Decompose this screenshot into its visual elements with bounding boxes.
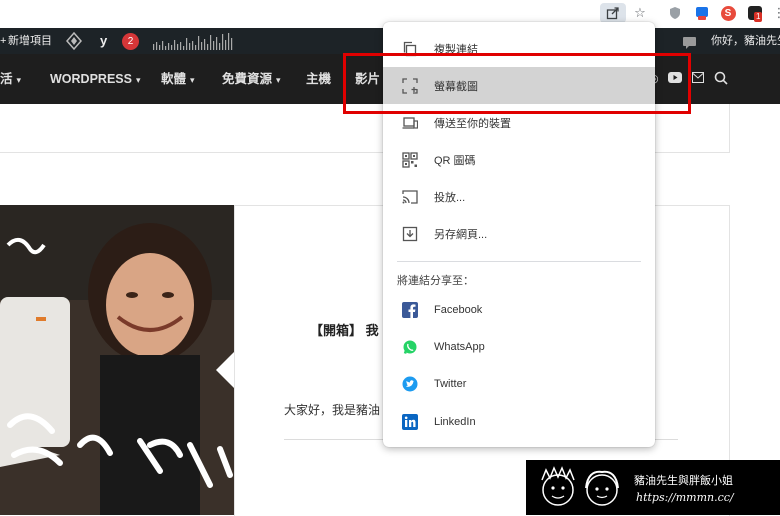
menu-item-label: Facebook <box>434 303 483 316</box>
linkedin-icon <box>401 413 419 431</box>
new-item-link[interactable]: 新增項目 <box>8 28 52 54</box>
plus-icon[interactable]: + <box>0 28 6 54</box>
menu-item-label: WhatsApp <box>434 340 485 353</box>
post-thumbnail[interactable] <box>0 205 234 515</box>
menu-item-label: LinkedIn <box>434 415 476 428</box>
yoast-badge: 2 <box>122 33 139 50</box>
devices-icon <box>401 114 419 132</box>
nav-item-free-resources[interactable]: 免費資源 ▾ <box>222 54 281 104</box>
menu-item-label: QR 圖碼 <box>434 154 476 167</box>
share-section-title: 將連結分享至： <box>397 275 474 287</box>
mail-icon[interactable] <box>692 72 704 86</box>
search-icon[interactable] <box>714 71 728 87</box>
post-title[interactable]: 【開箱】 我 <box>310 320 379 339</box>
nav-label: 活 <box>0 72 13 86</box>
chevron-down-icon: ▾ <box>276 75 281 85</box>
shield-extension-icon[interactable] <box>664 3 686 23</box>
chevron-down-icon: ▾ <box>16 75 22 85</box>
share-target-linkedin[interactable]: LinkedIn <box>383 403 655 440</box>
yoast-icon[interactable]: y <box>100 28 107 54</box>
share-target-facebook[interactable]: Facebook <box>383 291 655 328</box>
nav-label: WORDPRESS <box>50 72 132 86</box>
chevron-down-icon: ▾ <box>190 75 195 85</box>
star-icon[interactable]: ☆ <box>629 3 651 23</box>
watermark-logo: 豬油先生與胖飯小姐 https://mmmn.cc/ <box>526 460 780 515</box>
menu-item-label: 另存網頁... <box>434 228 488 241</box>
card-arrow <box>216 352 234 388</box>
whatsapp-icon <box>401 338 419 356</box>
nav-item-life[interactable]: 活 ▾ <box>0 54 21 104</box>
save-page-icon <box>401 225 419 243</box>
menu-item-label: 投放... <box>434 191 466 204</box>
translate-extension-icon[interactable] <box>691 3 713 23</box>
facebook-icon <box>401 301 419 319</box>
cast-icon <box>401 188 419 206</box>
menu-item-cast[interactable]: 投放... <box>383 178 655 215</box>
notification-badge: 1 <box>754 12 763 22</box>
post-excerpt: 大家好，我是豬油 <box>284 403 381 417</box>
menu-item-label: 傳送至你的裝置 <box>434 117 511 130</box>
notification-extension-icon[interactable]: 1 <box>744 3 766 23</box>
stats-sparkline-icon[interactable] <box>153 32 235 50</box>
nav-item-wordpress[interactable]: WORDPRESS ▾ <box>50 54 140 104</box>
nav-label: 軟體 <box>161 72 187 86</box>
menu-item-label: Twitter <box>434 377 467 390</box>
menu-item-qr-code[interactable]: QR 圖碼 <box>383 141 655 178</box>
nav-item-software[interactable]: 軟體 ▾ <box>161 54 195 104</box>
share-target-twitter[interactable]: Twitter <box>383 365 655 402</box>
menu-divider <box>397 261 641 262</box>
watermark-text: 豬油先生與胖飯小姐 <box>634 474 733 487</box>
share-target-whatsapp[interactable]: WhatsApp <box>383 328 655 365</box>
comment-icon[interactable] <box>682 34 697 49</box>
nav-label: 免費資源 <box>222 72 273 86</box>
qr-code-icon <box>401 151 419 169</box>
twitter-icon <box>401 375 419 393</box>
s-extension-icon[interactable]: S <box>717 3 739 23</box>
greeting-link[interactable]: 你好，豬油先生 <box>711 28 780 54</box>
watermark-url: https://mmmn.cc/ <box>636 491 734 504</box>
diamond-icon[interactable] <box>66 31 82 51</box>
puzzle-icon[interactable]: ⋮ <box>768 3 780 23</box>
highlight-annotation-box <box>343 53 691 114</box>
nav-label: 主機 <box>306 72 332 86</box>
share-icon[interactable] <box>600 3 626 23</box>
menu-item-save-page[interactable]: 另存網頁... <box>383 215 655 252</box>
chevron-down-icon: ▾ <box>135 75 141 85</box>
nav-item-hosting[interactable]: 主機 <box>306 54 331 104</box>
